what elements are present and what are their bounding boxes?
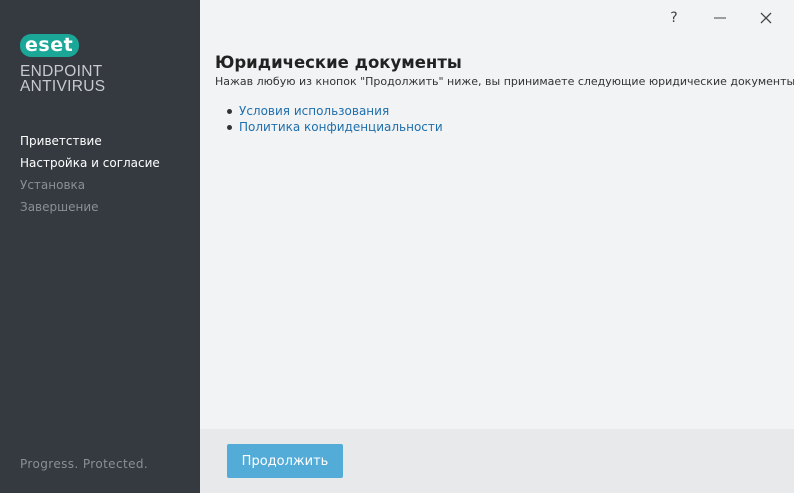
product-name: ENDPOINT ANTIVIRUS (20, 63, 106, 95)
privacy-policy-link[interactable]: Политика конфиденциальности (239, 120, 443, 134)
legal-documents-list: Условия использования Политика конфиденц… (215, 103, 785, 135)
eset-logo-badge: eset (20, 34, 80, 57)
step-welcome: Приветствие (20, 134, 102, 148)
product-name-line1: ENDPOINT (20, 63, 103, 80)
sidebar: eset ENDPOINT ANTIVIRUS Приветствие Наст… (0, 0, 200, 493)
terms-of-use-link[interactable]: Условия использования (239, 104, 389, 118)
title-bar: ? (200, 0, 794, 36)
installer-steps: Приветствие Настройка и согласие Установ… (20, 130, 160, 218)
list-item: Политика конфиденциальности (215, 119, 785, 135)
minimize-icon[interactable] (700, 0, 740, 36)
step-installation: Установка (20, 178, 86, 192)
page-title: Юридические документы (215, 53, 462, 72)
continue-button[interactable]: Продолжить (227, 444, 343, 478)
eset-logo: eset ENDPOINT ANTIVIRUS (20, 34, 105, 94)
footer-bar: Продолжить (200, 429, 794, 493)
bullet-icon (227, 125, 232, 130)
product-name-line2: ANTIVIRUS (20, 78, 106, 95)
list-item: Условия использования (215, 103, 785, 119)
bullet-icon (227, 109, 232, 114)
step-setup-and-agreement: Настройка и согласие (20, 156, 160, 170)
help-icon[interactable]: ? (654, 0, 694, 36)
main-content: Юридические документы Нажав любую из кно… (215, 52, 794, 135)
close-icon[interactable] (746, 0, 786, 36)
slogan: Progress. Protected. (20, 457, 149, 471)
page-subtitle: Нажав любую из кнопок "Продолжить" ниже,… (215, 75, 794, 88)
step-completion: Завершение (20, 200, 99, 214)
